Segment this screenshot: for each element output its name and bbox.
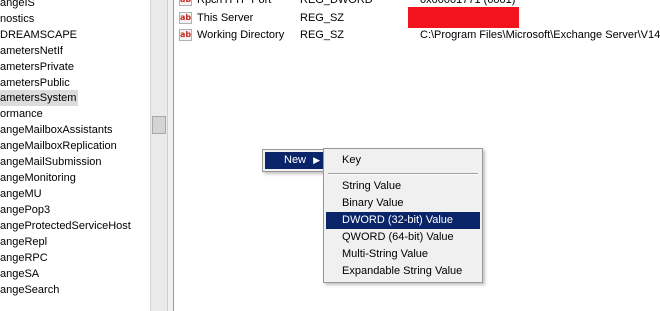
context-menu: New ▶ (262, 149, 327, 172)
menu-item-binary-value[interactable]: Binary Value (326, 195, 480, 212)
tree-node[interactable]: angePop3 (0, 202, 52, 218)
value-type: REG_DWORD (300, 0, 373, 6)
menu-item-dword-value[interactable]: DWORD (32-bit) Value (326, 212, 480, 229)
menu-separator (328, 173, 478, 175)
tree-node[interactable]: angeMonitoring (0, 170, 78, 186)
value-type: REG_SZ (300, 29, 345, 41)
value-name: Working Directory (197, 29, 285, 41)
menu-item-new[interactable]: New ▶ (265, 152, 324, 169)
tree-node[interactable]: angeMailboxAssistants (0, 122, 115, 138)
tree-node[interactable]: angeSA (0, 266, 41, 282)
tree-node[interactable]: ormance (0, 106, 45, 122)
tree-node[interactable]: angeMailSubmission (0, 154, 104, 170)
scrollbar-thumb[interactable] (152, 116, 166, 134)
menu-item-expandable-string-value[interactable]: Expandable String Value (326, 263, 480, 280)
tree-node[interactable]: angeProtectedServiceHost (0, 218, 133, 234)
tree-node[interactable]: angeRPC (0, 250, 50, 266)
tree-node[interactable]: ametersPrivate (0, 59, 76, 75)
new-submenu: Key String Value Binary Value DWORD (32-… (323, 148, 483, 283)
value-type: REG_SZ (300, 12, 345, 24)
menu-item-multi-string-value[interactable]: Multi-String Value (326, 246, 480, 263)
tree-vertical-scrollbar[interactable] (150, 0, 167, 311)
tree-node[interactable]: DREAMSCAPE (0, 27, 79, 43)
submenu-arrow-icon: ▶ (313, 155, 320, 165)
value-data: C:\Program Files\Microsoft\Exchange Serv… (420, 29, 660, 41)
tree-node[interactable]: ametersNetIf (0, 43, 65, 59)
value-name: Rpc/HTTP Port (197, 0, 272, 6)
string-value-icon: ab (179, 12, 192, 24)
menu-item-string-value[interactable]: String Value (326, 178, 480, 195)
pane-splitter[interactable] (167, 0, 174, 311)
redaction-box (408, 7, 519, 28)
menu-item-label: New (284, 154, 307, 166)
tree-node-selected[interactable]: ametersSystem (0, 90, 79, 106)
string-value-icon: ab (179, 0, 192, 6)
registry-key-tree[interactable]: angeIS nostics DREAMSCAPE ametersNetIf a… (0, 0, 150, 311)
tree-node[interactable]: angeIS (0, 0, 37, 11)
tree-node[interactable]: angeMU (0, 186, 44, 202)
tree-node[interactable]: nostics (0, 11, 36, 27)
tree-node[interactable]: angeRepl (0, 234, 49, 250)
tree-node[interactable]: ametersPublic (0, 75, 72, 91)
menu-item-key[interactable]: Key (326, 152, 480, 169)
tree-node[interactable]: angeSearch (0, 282, 61, 298)
menu-item-qword-value[interactable]: QWORD (64-bit) Value (326, 229, 480, 246)
value-name: This Server (197, 12, 254, 24)
tree-node[interactable]: angeMailboxReplication (0, 138, 119, 154)
string-value-icon: ab (179, 29, 192, 41)
